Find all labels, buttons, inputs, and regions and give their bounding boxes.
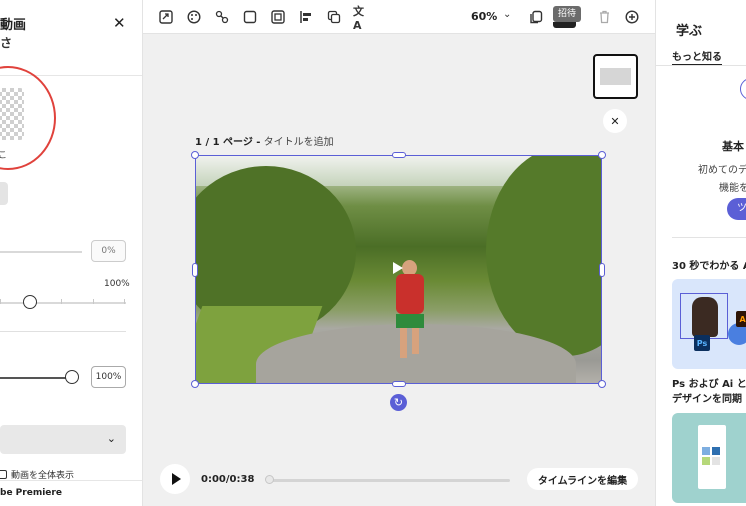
volume-slider-track[interactable] bbox=[0, 377, 68, 379]
translate-icon[interactable]: 文A bbox=[353, 5, 371, 32]
section-heading: 30 秒でわかる A bbox=[672, 261, 746, 272]
close-icon[interactable]: ✕ bbox=[603, 109, 627, 133]
invite-button[interactable] bbox=[553, 22, 576, 28]
divider bbox=[0, 331, 126, 332]
video-runner bbox=[400, 328, 407, 358]
speed-slider-knob[interactable] bbox=[23, 295, 37, 309]
chevron-down-icon: ⌄ bbox=[106, 432, 116, 445]
resize-handle-left[interactable] bbox=[192, 263, 198, 277]
color-swatch bbox=[712, 457, 720, 465]
scrubber-knob[interactable] bbox=[265, 475, 274, 484]
page-title[interactable]: 1 / 1 ページ - タイトルを追加 bbox=[195, 133, 334, 148]
page-number-label: 1 / 1 ページ - bbox=[195, 137, 261, 148]
divider bbox=[672, 237, 746, 238]
canvas-area: ✕ 1 / 1 ページ - タイトルを追加 ↻ 0:00/0:38 タイムライン… bbox=[143, 34, 655, 506]
trash-icon[interactable] bbox=[595, 8, 613, 26]
premiere-link[interactable]: be Premiere bbox=[0, 480, 142, 506]
layers-icon[interactable] bbox=[527, 8, 545, 26]
resize-handle-bottom-right[interactable] bbox=[598, 380, 606, 388]
opacity-slider-track[interactable] bbox=[0, 251, 82, 253]
slider-tick bbox=[124, 299, 125, 304]
resize-handle-top-right[interactable] bbox=[598, 151, 606, 159]
opacity-input[interactable]: 0% bbox=[91, 240, 126, 262]
dropdown-select[interactable]: ⌄ bbox=[0, 425, 126, 454]
add-title-label: タイトルを追加 bbox=[260, 137, 334, 148]
duplicate-icon[interactable] bbox=[325, 8, 343, 26]
add-icon[interactable] bbox=[623, 8, 641, 26]
resize-handle-bottom[interactable] bbox=[392, 381, 406, 387]
invite-tooltip: 招待 bbox=[553, 6, 582, 22]
chat-bubble-icon bbox=[740, 78, 746, 100]
speed-slider-track[interactable] bbox=[0, 302, 126, 304]
video-tree bbox=[486, 156, 601, 356]
tour-button[interactable]: ツ bbox=[727, 198, 746, 220]
basics-description: 初めてのデ bbox=[698, 165, 746, 176]
person-image bbox=[692, 297, 718, 337]
divider bbox=[656, 65, 746, 66]
panel-title: 動画 bbox=[0, 18, 27, 33]
tutorial-card-palette[interactable] bbox=[672, 413, 746, 503]
video-element[interactable] bbox=[195, 155, 602, 384]
annotation-circle bbox=[0, 66, 56, 170]
zoom-level[interactable]: 60% bbox=[471, 10, 497, 23]
color-swatch bbox=[712, 447, 720, 455]
color-swatch bbox=[702, 447, 710, 455]
video-runner bbox=[396, 274, 424, 314]
learn-title: 学ぶ bbox=[676, 24, 703, 39]
slider-tick bbox=[0, 299, 1, 304]
tab-learn-more[interactable]: もっと知る bbox=[672, 48, 722, 63]
tutorial-card-sync[interactable]: Ps Ai bbox=[672, 279, 746, 369]
replace-icon[interactable] bbox=[157, 8, 175, 26]
align-icon[interactable] bbox=[297, 8, 315, 26]
properties-panel: 動画 さ ✕ こ 0% 100% 100% ⌄ 動画を全体表示 be Premi… bbox=[0, 0, 143, 506]
close-panel-button[interactable]: ✕ bbox=[113, 14, 126, 32]
color-swatch bbox=[702, 457, 710, 465]
play-icon bbox=[171, 473, 181, 485]
premiere-label: be Premiere bbox=[0, 488, 62, 498]
slider-tick bbox=[61, 299, 62, 304]
top-toolbar: 文A 60% ⌄ 招待 bbox=[143, 0, 655, 34]
animation-icon[interactable] bbox=[213, 8, 231, 26]
slider-max-label: 100% bbox=[104, 279, 130, 289]
resize-handle-right[interactable] bbox=[599, 263, 605, 277]
chevron-down-icon[interactable]: ⌄ bbox=[503, 9, 511, 20]
timecode: 0:00/0:38 bbox=[201, 474, 255, 485]
crop-icon[interactable] bbox=[269, 8, 287, 26]
panel-subtitle: さ bbox=[0, 36, 13, 50]
play-button[interactable] bbox=[160, 464, 190, 494]
option-button[interactable] bbox=[0, 182, 8, 205]
video-runner bbox=[396, 314, 424, 328]
page-thumbnail[interactable] bbox=[593, 54, 638, 99]
basics-description-2: 機能を bbox=[719, 183, 746, 194]
illustrator-icon: Ai bbox=[736, 311, 746, 327]
photoshop-icon: Ps bbox=[694, 335, 710, 351]
card-caption[interactable]: Ps および Ai と bbox=[672, 375, 746, 390]
volume-slider-knob[interactable] bbox=[65, 370, 79, 384]
slider-tick bbox=[93, 299, 94, 304]
basics-heading: 基本 bbox=[722, 140, 744, 153]
palette-icon[interactable] bbox=[185, 8, 203, 26]
edit-timeline-button[interactable]: タイムラインを編集 bbox=[527, 468, 638, 490]
resize-handle-top[interactable] bbox=[392, 152, 406, 158]
playback-scrubber[interactable] bbox=[267, 479, 510, 482]
rotate-icon[interactable]: ↻ bbox=[390, 394, 407, 411]
video-runner bbox=[412, 328, 419, 354]
border-icon[interactable] bbox=[241, 8, 259, 26]
fullscreen-icon bbox=[0, 470, 7, 479]
card-caption[interactable]: デザインを同期 bbox=[672, 390, 742, 405]
learn-panel: 学ぶ もっと知る 基本 初めてのデ 機能を ツ 30 秒でわかる A Ps Ai… bbox=[655, 0, 746, 506]
resize-handle-bottom-left[interactable] bbox=[191, 380, 199, 388]
resize-handle-top-left[interactable] bbox=[191, 151, 199, 159]
play-overlay-icon[interactable] bbox=[393, 262, 403, 274]
volume-input[interactable]: 100% bbox=[91, 366, 126, 388]
